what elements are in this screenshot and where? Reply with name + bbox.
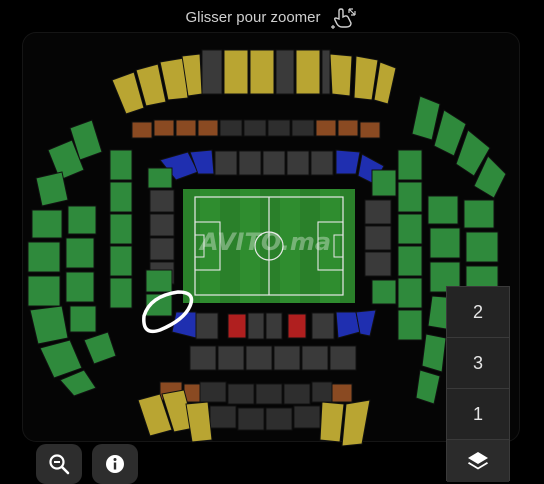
level-3-button[interactable]: 3 (447, 338, 509, 389)
yellow-top-sections[interactable] (111, 49, 397, 115)
layers-button[interactable] (447, 440, 509, 482)
zoom-out-button[interactable] (36, 444, 82, 484)
level-2-button[interactable]: 2 (447, 287, 509, 338)
info-button[interactable] (92, 444, 138, 484)
level-1-button[interactable]: 1 (447, 389, 509, 440)
level-selector: 2 3 1 (446, 286, 510, 482)
green-outer-left-sections[interactable] (27, 119, 117, 397)
info-icon (106, 455, 124, 473)
layers-icon (468, 452, 488, 470)
watermark: AVITO.ma (198, 228, 331, 256)
zoom-out-icon (49, 454, 70, 475)
